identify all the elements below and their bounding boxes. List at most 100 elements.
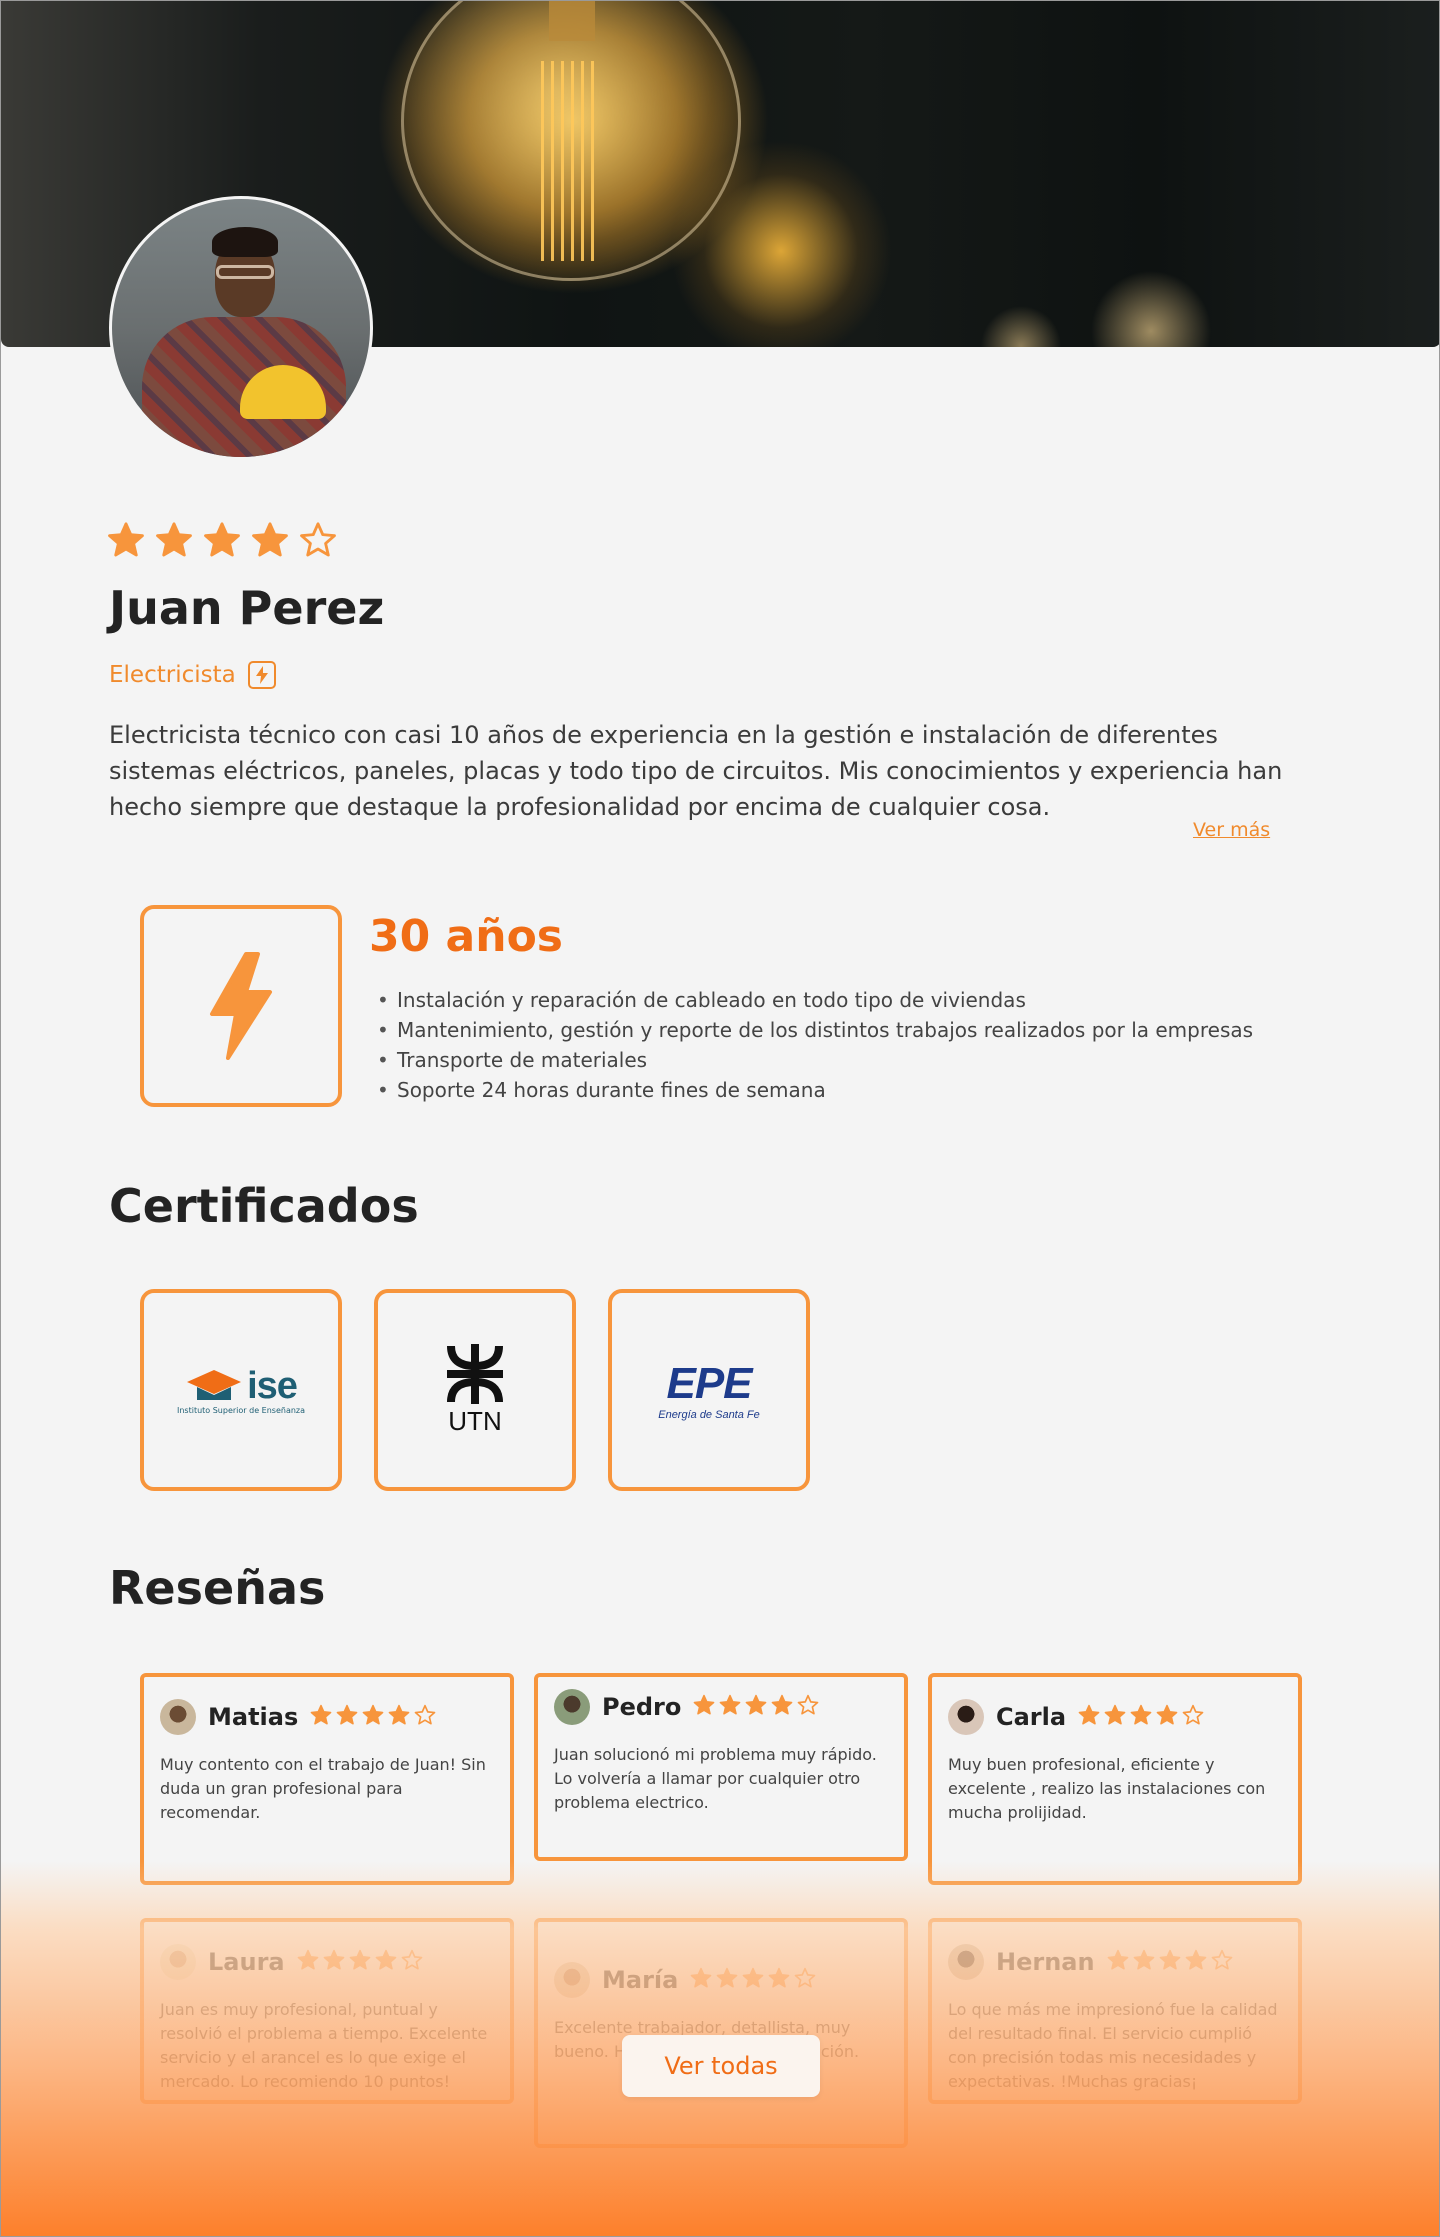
experience-item: Transporte de materiales [377,1045,1253,1075]
star-filled-icon [716,1967,738,1993]
utn-logo-text: UTN [448,1405,502,1436]
star-empty-icon [797,1694,819,1720]
epe-logo-subtitle: Energía de Santa Fe [658,1409,760,1421]
star-filled-icon [1078,1704,1100,1730]
star-filled-icon [310,1704,332,1730]
star-filled-icon [742,1967,764,1993]
review-text: Muy buen profesional, eficiente y excele… [948,1755,1266,1822]
review-rating [690,1967,816,1993]
star-filled-icon [375,1949,397,1975]
reviewer-name: Pedro [602,1693,682,1721]
star-filled-icon [771,1694,793,1720]
experience-item: Mantenimiento, gestión y reporte de los … [377,1015,1253,1045]
review-header: Carla [948,1699,1282,1735]
star-empty-icon [414,1704,436,1730]
review-rating [1107,1949,1233,1975]
experience-years: 30 años [369,911,563,962]
role-label: Electricista [109,662,236,688]
star-filled-icon [1159,1949,1181,1975]
reviewer-avatar [948,1699,984,1735]
review-text: Juan solucionó mi problema muy rápido. L… [554,1745,877,1812]
star-filled-icon [297,1949,319,1975]
star-filled-icon [1130,1704,1152,1730]
ise-logo-text: ise [247,1365,298,1407]
reviewer-name: Carla [996,1703,1067,1731]
experience-icon-box [140,905,342,1107]
reviewer-avatar [160,1944,196,1980]
star-filled-icon [1185,1949,1207,1975]
ise-logo-subtitle: Instituto Superior de Enseñanza [176,1406,306,1415]
profile-bio: Electricista técnico con casi 10 años de… [109,721,1283,821]
star-empty-icon [299,521,337,563]
star-filled-icon [1107,1949,1129,1975]
review-rating [693,1694,819,1720]
see-all-reviews-button[interactable]: Ver todas [622,2035,820,2097]
profile-page: Juan Perez Electricista Electricista téc… [0,0,1440,2237]
review-card: María Excelente trabajador, detallista, m… [534,1918,908,2148]
star-empty-icon [401,1949,423,1975]
review-text: Juan es muy profesional, puntual y resol… [160,2000,488,2091]
profile-rating [107,521,337,563]
review-card: Laura Juan es muy profesional, puntual y … [140,1918,514,2104]
star-empty-icon [794,1967,816,1993]
star-filled-icon [1156,1704,1178,1730]
star-filled-icon [1104,1704,1126,1730]
utn-emblem-icon [447,1343,503,1404]
review-card: Pedro Juan solucionó mi problema muy rápi… [534,1673,908,1861]
star-filled-icon [745,1694,767,1720]
review-rating [297,1949,423,1975]
star-filled-icon [388,1704,410,1730]
certificate-ise[interactable]: ise Instituto Superior de Enseñanza [140,1289,342,1491]
star-empty-icon [1211,1949,1233,1975]
star-filled-icon [203,521,241,563]
certificates-title: Certificados [109,1179,419,1233]
star-empty-icon [1182,1704,1204,1730]
review-text: Muy contento con el trabajo de Juan! Sin… [160,1755,486,1822]
reviewer-name: Hernan [996,1948,1095,1976]
experience-item: Soporte 24 horas durante fines de semana [377,1075,1253,1105]
certificate-utn[interactable]: UTN [374,1289,576,1491]
star-filled-icon [768,1967,790,1993]
reviewer-name: Laura [208,1948,285,1976]
filament-shape [541,61,601,261]
star-filled-icon [107,521,145,563]
star-filled-icon [349,1949,371,1975]
profile-avatar [109,196,373,460]
graduation-cap-icon [187,1370,242,1400]
review-card: Matias Muy contento con el trabajo de Jua… [140,1673,514,1885]
reviewer-avatar [554,1962,590,1998]
star-filled-icon [155,521,193,563]
lightning-icon [210,952,272,1060]
review-header: María [554,1962,888,1998]
review-header: Pedro [554,1689,888,1725]
profile-role: Electricista [109,661,276,689]
star-filled-icon [362,1704,384,1730]
review-rating [310,1704,436,1730]
profile-name: Juan Perez [109,581,385,635]
reviewer-avatar [160,1699,196,1735]
reviewer-name: María [602,1966,679,1994]
review-card: Hernan Lo que más me impresionó fue la ca… [928,1918,1302,2104]
reviewer-avatar [948,1944,984,1980]
star-filled-icon [719,1694,741,1720]
review-header: Laura [160,1944,494,1980]
bulb-stem-shape [549,1,595,41]
star-filled-icon [1133,1949,1155,1975]
reviewer-avatar [554,1689,590,1725]
see-more-link[interactable]: Ver más [1193,819,1270,841]
review-header: Hernan [948,1944,1282,1980]
lightning-icon [247,661,276,689]
certificate-epe[interactable]: EPE Energía de Santa Fe [608,1289,810,1491]
review-header: Matias [160,1699,494,1735]
review-text: Lo que más me impresionó fue la calidad … [948,2000,1278,2091]
star-filled-icon [693,1694,715,1720]
reviews-title: Reseñas [109,1561,326,1615]
review-rating [1078,1704,1204,1730]
star-filled-icon [251,521,289,563]
star-filled-icon [323,1949,345,1975]
experience-item: Instalación y reparación de cableado en … [377,985,1253,1015]
review-card: Carla Muy buen profesional, eficiente y e… [928,1673,1302,1885]
reviewer-name: Matias [208,1703,299,1731]
star-filled-icon [336,1704,358,1730]
experience-list: Instalación y reparación de cableado en … [377,985,1253,1105]
